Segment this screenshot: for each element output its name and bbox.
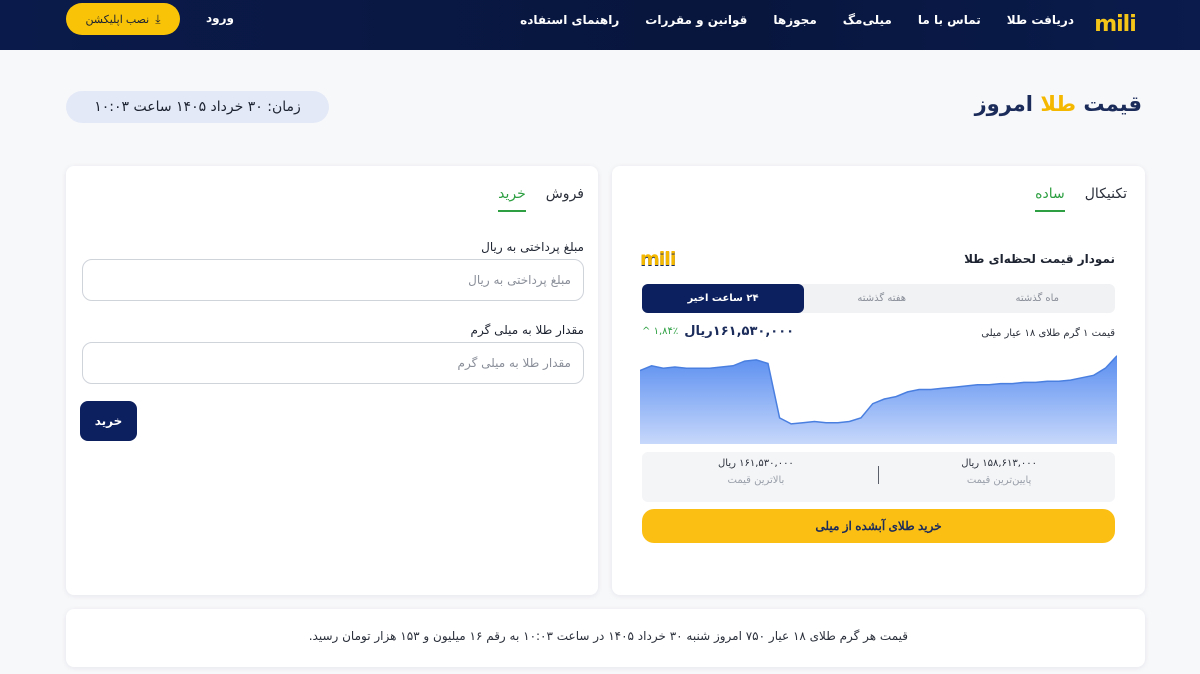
amount-input[interactable]	[82, 259, 584, 301]
price-unit-label: قیمت ۱ گرم طلای ۱۸ عیار میلی	[981, 328, 1115, 339]
lowest-price: ۱۵۸,۶۱۳,۰۰۰ ریال پایین‌ترین قیمت	[961, 458, 1037, 486]
download-icon: ⤓	[155, 11, 161, 26]
title-prefix: قیمت	[1083, 92, 1142, 116]
time-badge: زمان: ۳۰ خرداد ۱۴۰۵ ساعت ۱۰:۰۳	[66, 91, 329, 123]
tab-buy[interactable]: خرید	[498, 186, 526, 212]
gold-amount-input[interactable]	[82, 342, 584, 384]
arrow-up-icon: ^	[642, 326, 651, 337]
chart-area	[640, 355, 1117, 444]
range-week[interactable]: هفته گذشته	[804, 284, 960, 313]
price-chart-card: ساده تکنیکال نمودار قیمت لحظه‌ای طلا mil…	[612, 166, 1145, 595]
chart-mode-tabs: ساده تکنیکال	[1035, 186, 1127, 212]
current-price: ^ ۱,۸۴٪ ۱۶۱,۵۳۰,۰۰۰ریال	[642, 324, 794, 339]
buy-melted-gold-button[interactable]: خرید طلای آبشده از میلی	[642, 509, 1115, 543]
nav-receive-gold[interactable]: دریافت طلا	[1007, 13, 1074, 27]
trade-form-card: خرید فروش مبلغ پرداختی به ریال مقدار طلا…	[66, 166, 598, 595]
tab-sell[interactable]: فروش	[546, 186, 584, 212]
time-range-switch: ۲۴ ساعت اخیر هفته گذشته ماه گذشته	[642, 284, 1115, 313]
chart-heading: نمودار قیمت لحظه‌ای طلا	[964, 252, 1115, 266]
page-title: قیمت طلا امروز	[975, 92, 1142, 116]
tab-simple[interactable]: ساده	[1035, 186, 1065, 212]
price-summary-card: قیمت هر گرم طلای ۱۸ عیار ۷۵۰ امروز شنبه …	[66, 609, 1145, 667]
price-summary-text: قیمت هر گرم طلای ۱۸ عیار ۷۵۰ امروز شنبه …	[308, 629, 908, 643]
title-suffix: امروز	[974, 92, 1033, 116]
tab-technical[interactable]: تکنیکال	[1085, 186, 1127, 212]
lowest-price-value: ۱۵۸,۶۱۳,۰۰۰ ریال	[961, 458, 1037, 469]
range-month[interactable]: ماه گذشته	[960, 284, 1116, 313]
gold-amount-label: مقدار طلا به میلی گرم	[470, 323, 584, 337]
nav-contact[interactable]: تماس با ما	[918, 13, 981, 27]
amount-label: مبلغ پرداختی به ریال	[481, 240, 584, 254]
price-area-chart	[640, 355, 1117, 444]
price-change-value: ۱,۸۴٪	[653, 326, 679, 337]
highest-price: ۱۶۱,۵۳۰,۰۰۰ ریال بالاترین قیمت	[718, 458, 794, 486]
login-link[interactable]: ورود	[206, 11, 234, 25]
highest-price-label: بالاترین قیمت	[727, 475, 785, 486]
trade-tabs: خرید فروش	[498, 186, 584, 212]
title-accent: طلا	[1040, 92, 1077, 116]
install-app-button[interactable]: ⤓ نصب اپلیکشن	[66, 3, 180, 35]
chart-brand-logo: mili	[640, 248, 676, 270]
price-change: ^ ۱,۸۴٪	[642, 326, 678, 337]
nav-rules[interactable]: قوانین و مقررات	[645, 13, 747, 27]
lowest-price-label: پایین‌ترین قیمت	[966, 475, 1032, 486]
highest-price-value: ۱۶۱,۵۳۰,۰۰۰ ریال	[718, 458, 794, 469]
install-app-label: نصب اپلیکشن	[85, 13, 150, 26]
top-navbar: mili راهنمای استفاده قوانین و مقررات مجو…	[0, 0, 1200, 50]
min-max-divider	[878, 466, 879, 484]
nav-licenses[interactable]: مجوزها	[773, 13, 816, 27]
min-max-panel: ۱۵۸,۶۱۳,۰۰۰ ریال پایین‌ترین قیمت ۱۶۱,۵۳۰…	[642, 452, 1115, 502]
buy-submit-button[interactable]: خرید	[80, 401, 137, 441]
nav-milimag[interactable]: میلی‌مگ	[843, 13, 892, 27]
main-nav: راهنمای استفاده قوانین و مقررات مجوزها م…	[520, 0, 1074, 40]
range-24h[interactable]: ۲۴ ساعت اخیر	[642, 284, 804, 313]
brand-logo[interactable]: mili	[1086, 10, 1144, 38]
current-price-value: ۱۶۱,۵۳۰,۰۰۰ریال	[684, 324, 795, 339]
nav-guide[interactable]: راهنمای استفاده	[520, 13, 619, 27]
